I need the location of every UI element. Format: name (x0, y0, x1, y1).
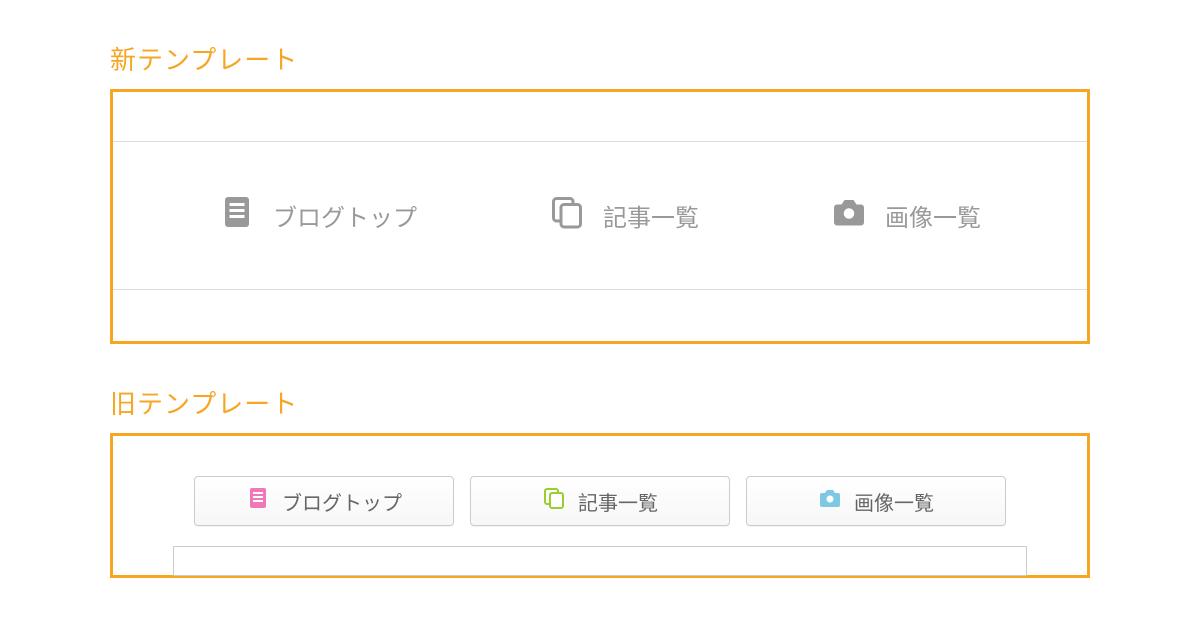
old-template-title: 旧テンプレート (110, 384, 1090, 421)
new-nav-image-list[interactable]: 画像一覧 (831, 194, 981, 237)
old-button-label: ブログトップ (282, 487, 402, 516)
old-button-article-list[interactable]: 記事一覧 (470, 476, 730, 526)
document-icon (246, 486, 270, 516)
new-nav-label: 記事一覧 (603, 198, 699, 233)
old-template-section: 旧テンプレート ブログトップ 記事一覧 画像一覧 (110, 384, 1090, 578)
old-button-image-list[interactable]: 画像一覧 (746, 476, 1006, 526)
old-button-blog-top[interactable]: ブログトップ (194, 476, 454, 526)
new-nav-article-list[interactable]: 記事一覧 (549, 194, 699, 237)
new-nav-label: ブログトップ (273, 198, 417, 233)
new-template-title: 新テンプレート (110, 40, 1090, 77)
new-template-box: ブログトップ 記事一覧 画像一覧 (110, 89, 1090, 344)
document-icon (219, 194, 255, 237)
new-template-header-spacer (113, 92, 1087, 142)
old-template-content-placeholder (173, 546, 1027, 576)
old-template-button-row: ブログトップ 記事一覧 画像一覧 (173, 476, 1027, 526)
new-template-nav: ブログトップ 記事一覧 画像一覧 (113, 142, 1087, 290)
camera-icon (818, 486, 842, 516)
copy-icon (549, 194, 585, 237)
copy-icon (542, 486, 566, 516)
old-button-label: 画像一覧 (854, 487, 934, 516)
old-button-label: 記事一覧 (578, 487, 658, 516)
new-template-section: 新テンプレート ブログトップ 記事一覧 (110, 40, 1090, 344)
new-nav-label: 画像一覧 (885, 198, 981, 233)
camera-icon (831, 194, 867, 237)
old-template-box: ブログトップ 記事一覧 画像一覧 (110, 433, 1090, 578)
new-nav-blog-top[interactable]: ブログトップ (219, 194, 417, 237)
